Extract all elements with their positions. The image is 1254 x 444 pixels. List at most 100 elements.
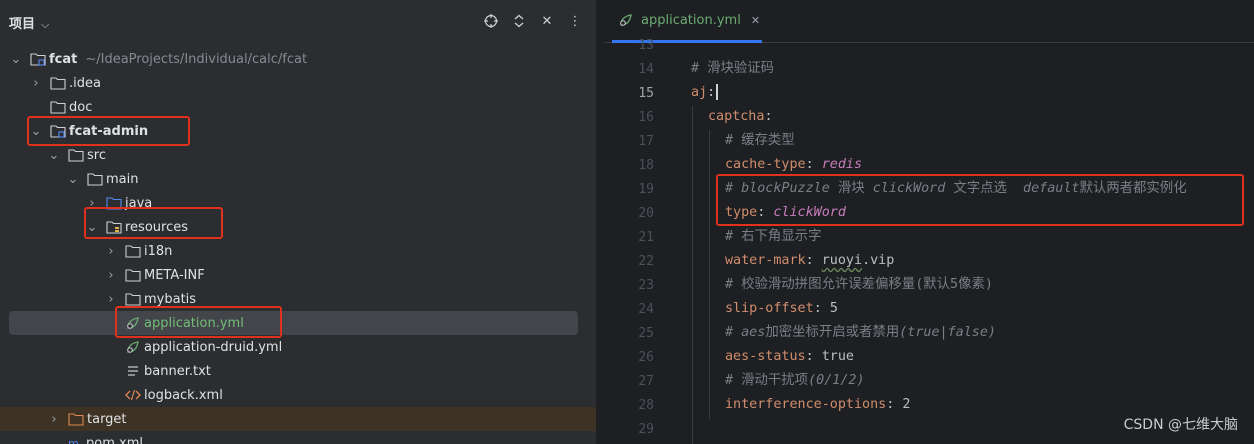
folder-icon	[50, 75, 66, 91]
yaml-key: interference-options	[725, 397, 887, 412]
line-number: 19	[638, 182, 654, 197]
code-line-25[interactable]: # aes加密坐标开启或者禁用(true|false)	[725, 321, 996, 345]
line-number: 27	[638, 374, 654, 389]
spring-config-icon	[125, 339, 141, 355]
code-line-17[interactable]: # 缓存类型	[725, 129, 795, 153]
tab-application-yml[interactable]: application.yml ✕	[612, 0, 762, 43]
editor-panel: application.yml ✕ 13 14 15 16 17 18 19 2…	[604, 0, 1254, 444]
highlight-box-resources	[84, 207, 223, 239]
close-icon[interactable]: ✕	[540, 12, 554, 30]
highlight-box-captcha-type	[716, 174, 1244, 226]
chevron-right-icon[interactable]: ›	[30, 76, 42, 91]
chevron-down-icon[interactable]: ⌄	[67, 172, 79, 187]
tree-label: main	[106, 171, 139, 187]
tree-label: pom.xml	[86, 435, 143, 444]
code-line-26[interactable]: aes-status: true	[725, 345, 854, 369]
yaml-value: true	[821, 349, 854, 364]
code-line-16[interactable]: captcha:	[708, 105, 773, 129]
folder-icon	[125, 243, 141, 259]
tree-label: doc	[69, 99, 93, 115]
chevron-right-icon[interactable]: ›	[105, 292, 117, 307]
tree-item-main[interactable]: ⌄ main	[0, 167, 596, 191]
line-number: 15	[638, 86, 654, 101]
watermark-text: CSDN @七维大脑	[1123, 417, 1238, 433]
line-number: 18	[638, 158, 654, 173]
indent-guide	[692, 106, 693, 444]
folder-icon	[50, 99, 66, 115]
tree-item-pom-xml[interactable]: m pom.xml	[0, 431, 596, 444]
chevron-right-icon[interactable]: ›	[48, 412, 60, 427]
yaml-comment: # 校验滑动拼图允许误差偏移量(默认5像素)	[725, 277, 993, 292]
yaml-comment: (0/1/2)	[808, 373, 865, 388]
line-number: 29	[638, 422, 654, 437]
tree-item-mybatis[interactable]: › mybatis	[0, 287, 596, 311]
close-tab-icon[interactable]: ✕	[751, 14, 760, 27]
folder-icon	[125, 267, 141, 283]
line-number: 28	[638, 398, 654, 413]
tree-path: ~/IdeaProjects/Individual/calc/fcat	[85, 51, 308, 67]
code-line-27[interactable]: # 滑动干扰项(0/1/2)	[725, 369, 865, 393]
tree-label: mybatis	[144, 291, 197, 307]
line-number: 13	[638, 38, 654, 53]
line-number: 24	[638, 302, 654, 317]
chevron-right-icon[interactable]: ›	[105, 268, 117, 283]
panel-splitter[interactable]	[596, 0, 604, 444]
tree-item-fcat[interactable]: ⌄ fcat ~/IdeaProjects/Individual/calc/fc…	[0, 47, 596, 71]
yaml-key: aj	[691, 85, 708, 100]
expand-collapse-icon[interactable]	[512, 12, 526, 30]
tree-label: fcat	[49, 51, 78, 67]
yaml-comment: # 滑块验证码	[691, 61, 775, 76]
code-line-22[interactable]: water-mark: ruoyi.vip	[725, 249, 894, 273]
spring-config-icon	[618, 12, 634, 28]
tree-item-target[interactable]: › target	[0, 407, 596, 431]
tree-item-meta-inf[interactable]: › META-INF	[0, 263, 596, 287]
tree-item-idea[interactable]: › .idea	[0, 71, 596, 95]
text-file-icon	[125, 363, 141, 379]
yaml-key: slip-offset	[725, 301, 814, 316]
code-line-14[interactable]: # 滑块验证码	[691, 57, 774, 81]
chevron-down-icon[interactable]: ⌄	[10, 52, 22, 67]
line-number: 23	[638, 278, 654, 293]
target-icon[interactable]	[484, 12, 498, 30]
tree-label: logback.xml	[144, 387, 223, 403]
project-panel-header: 项目 ⌵ ✕ ⋮	[0, 0, 596, 44]
code-line-28[interactable]: interference-options: 2	[725, 393, 910, 417]
tree-item-application-druid-yml[interactable]: application-druid.yml	[0, 335, 596, 359]
tree-label: i18n	[144, 243, 173, 259]
yaml-comment: (true|false)	[899, 325, 996, 340]
editor-tab-bar: application.yml ✕	[604, 0, 1254, 43]
tree-item-application-yml[interactable]: application.yml	[9, 311, 578, 335]
folder-icon	[68, 147, 84, 163]
line-number: 16	[638, 110, 654, 125]
chevron-right-icon[interactable]: ›	[105, 244, 117, 259]
code-line-21[interactable]: # 右下角显示字	[725, 225, 821, 249]
yaml-value: 5	[829, 301, 838, 316]
tree-label: src	[87, 147, 106, 163]
tree-item-i18n[interactable]: › i18n	[0, 239, 596, 263]
yaml-value: ruoyi	[821, 253, 863, 268]
chevron-down-icon[interactable]: ⌄	[48, 148, 60, 163]
tree-label: .idea	[69, 75, 101, 91]
yaml-key: cache-type	[725, 157, 806, 172]
yaml-value: 2	[902, 397, 911, 412]
line-number: 20	[638, 206, 654, 221]
line-number: 25	[638, 326, 654, 341]
code-line-15[interactable]: aj:	[691, 81, 719, 105]
code-line-24[interactable]: slip-offset: 5	[725, 297, 838, 321]
yaml-comment: # 右下角显示字	[725, 229, 822, 244]
yaml-value: .vip	[862, 253, 895, 268]
folder-icon	[87, 171, 103, 187]
tree-label: META-INF	[144, 267, 205, 283]
tree-item-banner-txt[interactable]: banner.txt	[0, 359, 596, 383]
maven-icon: m	[67, 435, 83, 444]
excluded-folder-icon	[68, 411, 84, 427]
tree-label: target	[87, 411, 127, 427]
highlight-box-application-yml	[115, 306, 282, 338]
tree-item-logback-xml[interactable]: logback.xml	[0, 383, 596, 407]
project-view-selector[interactable]: 项目 ⌵	[9, 13, 49, 32]
folder-icon	[125, 291, 141, 307]
more-icon[interactable]: ⋮	[568, 12, 582, 30]
code-line-23[interactable]: # 校验滑动拼图允许误差偏移量(默认5像素)	[725, 273, 993, 297]
project-panel: 项目 ⌵ ✕ ⋮ ⌄ fcat ~/IdeaProjects/Individual…	[0, 0, 596, 444]
tree-item-src[interactable]: ⌄ src	[0, 143, 596, 167]
